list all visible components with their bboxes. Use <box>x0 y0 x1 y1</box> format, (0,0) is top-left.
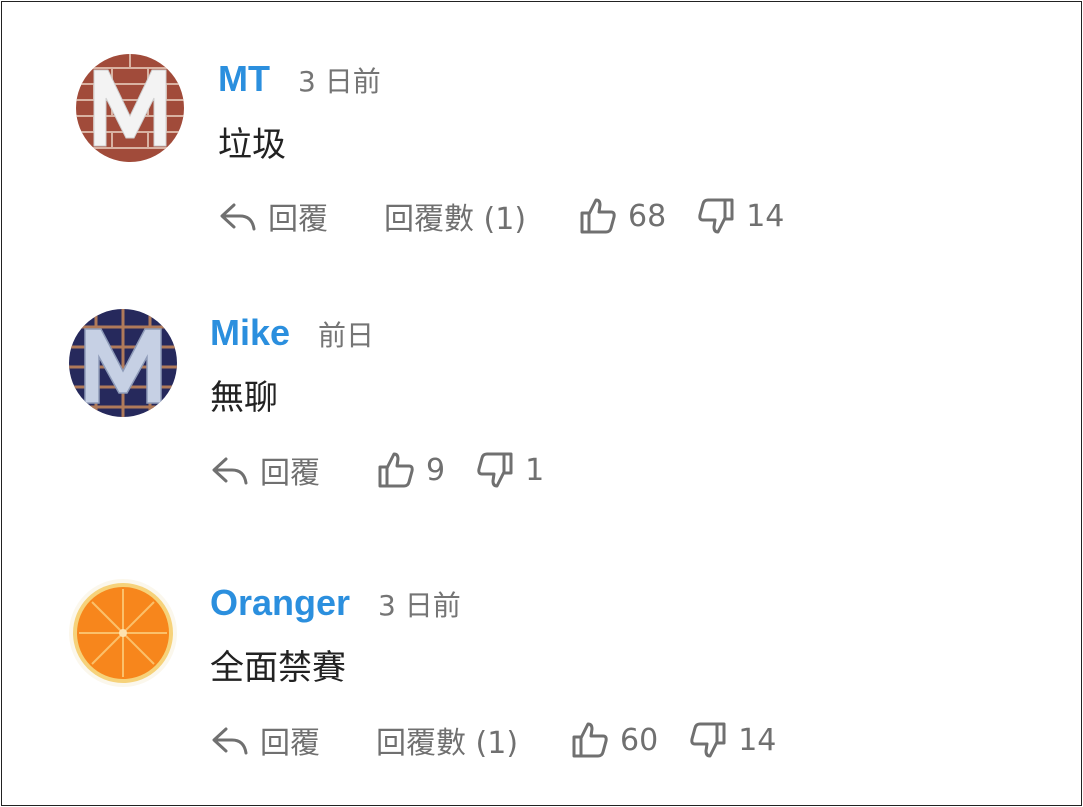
timestamp: 前日 <box>318 319 375 352</box>
thumbs-up-icon <box>378 452 414 488</box>
reply-count-button[interactable]: 回覆數 (1) <box>376 718 518 762</box>
reply-button[interactable]: 回覆 <box>210 718 320 762</box>
orange-slice-avatar-icon <box>69 579 177 687</box>
reply-arrow-icon <box>212 457 248 485</box>
reply-arrow-icon <box>212 727 248 755</box>
like-button[interactable]: 60 <box>570 721 658 759</box>
reply-button[interactable]: 回覆 <box>210 448 320 492</box>
comment-text: 全面禁賽 <box>210 648 346 688</box>
comment-text: 無聊 <box>210 378 278 418</box>
reply-count-label: 回覆數 (1) <box>376 726 519 761</box>
like-button[interactable]: 9 <box>376 451 445 489</box>
avatar[interactable] <box>69 579 177 687</box>
thumbs-up-icon <box>572 722 608 758</box>
comment-header: Oranger 3 日前 <box>210 582 461 626</box>
author-name[interactable]: Mike <box>210 312 290 354</box>
avatar[interactable] <box>69 309 177 417</box>
thumbs-down-icon <box>477 452 513 488</box>
author-name[interactable]: Oranger <box>210 582 350 624</box>
reply-label: 回覆 <box>260 456 320 491</box>
dislike-button[interactable]: 1 <box>475 451 544 489</box>
comment-header: Mike 前日 <box>210 312 374 356</box>
dislike-count: 1 <box>525 452 545 488</box>
dislike-count: 14 <box>738 722 777 758</box>
comment-list: MT 3 日前 垃圾 回覆 回覆數 (1) 68 14 Mike 前日 無聊 回… <box>1 1 1082 806</box>
comment-actions: 回覆 回覆數 (1) 60 14 <box>210 718 776 762</box>
blue-grid-m-avatar-icon <box>69 309 177 417</box>
reply-label: 回覆 <box>260 726 320 761</box>
comment-actions: 回覆 9 1 <box>210 448 544 492</box>
timestamp: 3 日前 <box>378 589 461 622</box>
like-count: 9 <box>426 452 446 488</box>
like-count: 60 <box>620 722 659 758</box>
comment-item: Oranger 3 日前 全面禁賽 回覆 回覆數 (1) 60 14 <box>2 2 1081 761</box>
dislike-button[interactable]: 14 <box>688 721 776 759</box>
thumbs-down-icon <box>690 722 726 758</box>
